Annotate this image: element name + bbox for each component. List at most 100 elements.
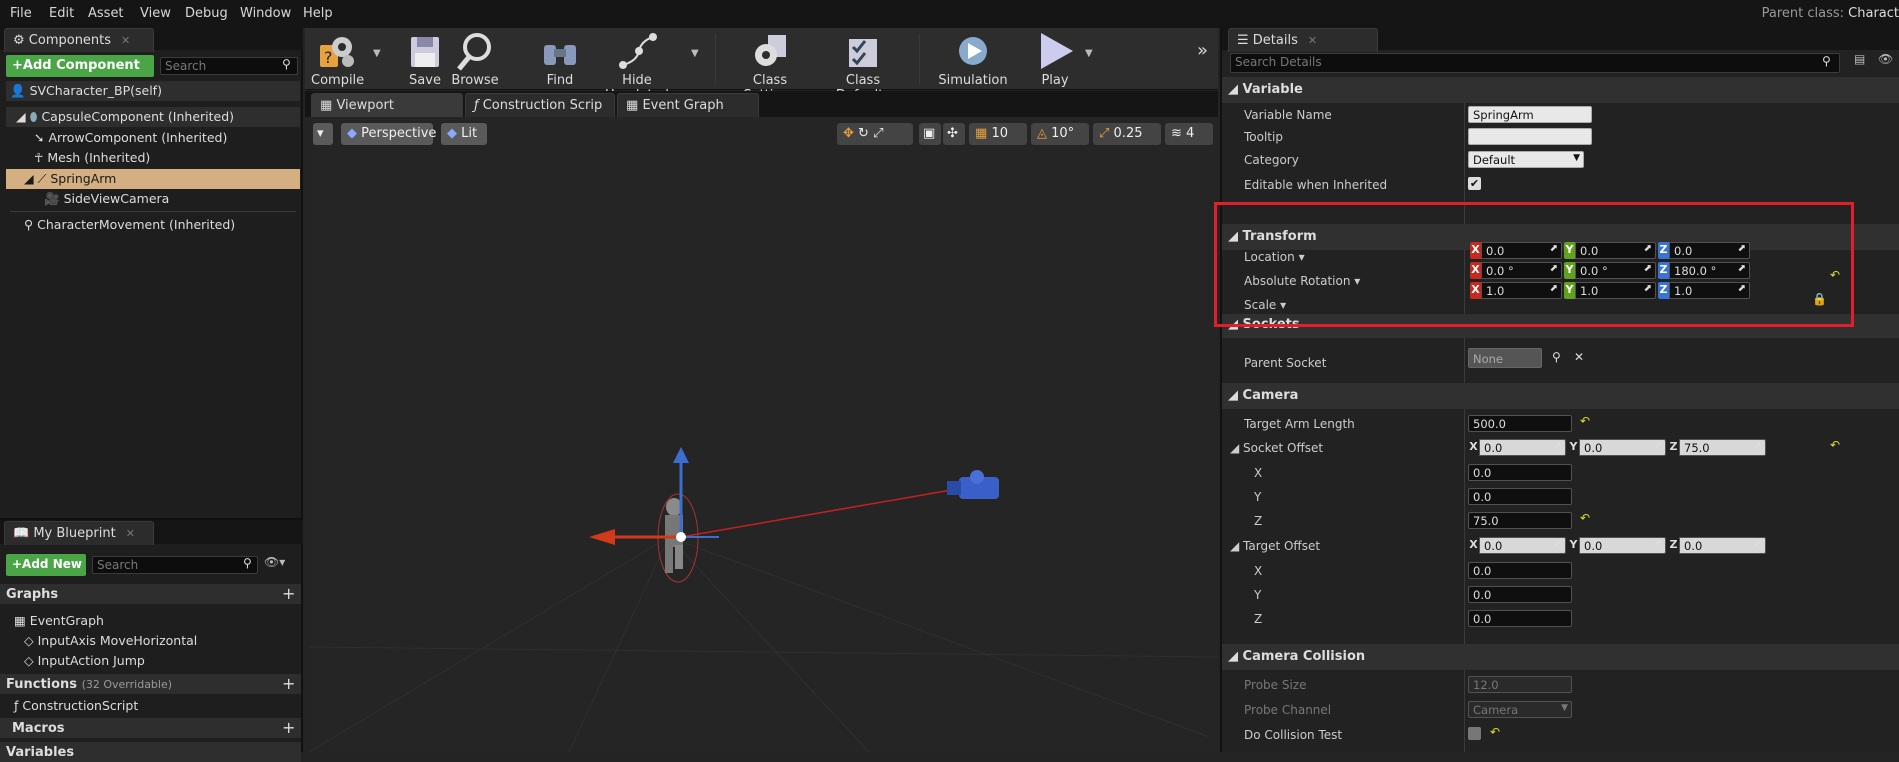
overflow-chevron-icon[interactable]: » <box>1197 40 1208 61</box>
variable-section-header[interactable]: ◢ Variable <box>1222 77 1899 103</box>
graphs-section[interactable]: Graphs + <box>0 584 301 604</box>
scale-label[interactable]: Scale ▾ <box>1244 298 1286 312</box>
simulation-button[interactable]: Simulation <box>933 31 1013 88</box>
menu-edit[interactable]: Edit <box>49 6 74 21</box>
clear-icon[interactable]: ✕ <box>1574 350 1584 364</box>
add-new-button[interactable]: +Add New <box>6 554 86 576</box>
location-label[interactable]: Location ▾ <box>1244 250 1305 264</box>
probe-channel-dropdown[interactable]: Camera ▼ <box>1468 701 1572 718</box>
close-icon[interactable]: ✕ <box>126 527 135 540</box>
move-icon[interactable]: ✥ <box>843 126 854 141</box>
close-icon[interactable]: ✕ <box>1308 34 1317 47</box>
reset-icon[interactable]: ↶ <box>1580 414 1590 428</box>
scale-y-field[interactable]: 1.0 ⬈ <box>1575 282 1656 299</box>
add-function-icon[interactable]: + <box>282 674 295 693</box>
construction-script-item[interactable]: ƒ ConstructionScript <box>14 698 138 713</box>
compile-dropdown-icon[interactable]: ▼ <box>373 48 381 59</box>
target-offset-z-field[interactable]: 0.0 ⬈ <box>1679 537 1766 554</box>
lit-button[interactable]: ◆ Lit <box>441 123 487 145</box>
eye-icon[interactable]: 👁 <box>1878 52 1893 66</box>
target-z-field[interactable]: 0.0 <box>1468 610 1572 627</box>
probe-size-field[interactable]: 12.0 <box>1468 676 1572 693</box>
transform-mode-group[interactable]: ✥ ↻ ⤢ <box>837 123 913 145</box>
event-item[interactable]: ◇ InputAxis MoveHorizontal <box>24 633 197 648</box>
reset-icon[interactable]: ↶ <box>1830 268 1840 282</box>
compile-button[interactable]: ? Compile <box>311 31 364 88</box>
do-collision-checkbox[interactable] <box>1468 727 1481 740</box>
components-tab[interactable]: ⚙ Components ✕ <box>4 28 154 52</box>
eye-icon[interactable]: 👁▾ <box>264 555 285 569</box>
category-dropdown[interactable]: Default ▼ <box>1468 151 1584 168</box>
target-offset-y-field[interactable]: 0.0 ⬈ <box>1579 537 1666 554</box>
details-tab[interactable]: ☰ Details ✕ <box>1228 28 1378 52</box>
target-offset-label[interactable]: ◢ Target Offset <box>1230 539 1320 553</box>
rotate-icon[interactable]: ↻ <box>858 126 869 141</box>
socket-y-field[interactable]: 0.0 <box>1468 488 1572 505</box>
reset-icon[interactable]: ↶ <box>1580 511 1590 525</box>
menu-asset[interactable]: Asset <box>88 6 124 21</box>
arm-length-field[interactable]: 500.0 <box>1468 415 1572 432</box>
viewport[interactable]: ▾ ◆ Perspective ◆ Lit ✥ ↻ ⤢ ▣ ✣ ▦ 10 ◬ 1… <box>309 117 1218 752</box>
editable-inherited-checkbox[interactable]: ✔ <box>1468 177 1481 190</box>
tab-viewport[interactable]: ▦ Viewport <box>311 93 463 117</box>
socket-offset-y-field[interactable]: 0.0 ⬈ <box>1579 439 1666 456</box>
tree-item-arrow[interactable]: ➘ ArrowComponent (Inherited) <box>34 130 227 145</box>
reset-icon[interactable]: ↶ <box>1490 725 1500 739</box>
add-graph-icon[interactable]: + <box>282 584 295 603</box>
scale-snap-toggle[interactable]: ⤢ 0.25 <box>1093 123 1161 145</box>
collision-section-header[interactable]: ◢ Camera Collision <box>1222 644 1899 670</box>
play-button[interactable]: Play <box>1025 31 1085 88</box>
self-item[interactable]: 👤 SVCharacter_BP(self) <box>6 81 300 101</box>
menu-file[interactable]: File <box>10 6 32 21</box>
rotation-z-field[interactable]: 180.0 ° ⬈ <box>1669 262 1750 279</box>
tree-item-capsule[interactable]: ◢ ⬮ CapsuleComponent (Inherited) <box>6 107 300 127</box>
socket-offset-label[interactable]: ◢ Socket Offset <box>1230 441 1323 455</box>
rotation-x-field[interactable]: 0.0 ° ⬈ <box>1481 262 1562 279</box>
search-icon[interactable]: ⚲ <box>1552 350 1561 364</box>
my-blueprint-tab[interactable]: 📖 My Blueprint ✕ <box>4 521 154 545</box>
scale-x-field[interactable]: 1.0 ⬈ <box>1481 282 1562 299</box>
tree-item-movement[interactable]: ⚲ CharacterMovement (Inherited) <box>24 217 235 232</box>
target-offset-x-field[interactable]: 0.0 ⬈ <box>1479 537 1566 554</box>
hide-dropdown-icon[interactable]: ▼ <box>691 48 699 59</box>
scale-z-field[interactable]: 1.0 ⬈ <box>1669 282 1750 299</box>
reset-icon[interactable]: ↶ <box>1830 438 1840 452</box>
socket-offset-x-field[interactable]: 0.0 ⬈ <box>1479 439 1566 456</box>
macros-section[interactable]: Macros + <box>0 718 301 738</box>
scale-icon[interactable]: ⤢ <box>873 126 883 141</box>
location-x-field[interactable]: 0.0 ⬈ <box>1481 242 1562 259</box>
socket-x-field[interactable]: 0.0 <box>1468 464 1572 481</box>
location-y-field[interactable]: 0.0 ⬈ <box>1575 242 1656 259</box>
viewport-options-dropdown[interactable]: ▾ <box>313 123 333 145</box>
save-button[interactable]: Save <box>405 31 445 88</box>
add-component-button[interactable]: +Add Component <box>6 55 154 77</box>
components-search-input[interactable]: Search <box>160 57 298 75</box>
target-y-field[interactable]: 0.0 <box>1468 586 1572 603</box>
rotation-snap-toggle[interactable]: ◬ 10° <box>1031 123 1089 145</box>
perspective-button[interactable]: ◆ Perspective <box>341 123 436 145</box>
blueprint-search-input[interactable]: Search <box>92 556 258 574</box>
camera-gizmo[interactable] <box>947 470 999 499</box>
play-dropdown-icon[interactable]: ▼ <box>1085 48 1093 59</box>
tab-event-graph[interactable]: ▦ Event Graph <box>617 93 759 117</box>
menu-help[interactable]: Help <box>303 6 333 21</box>
functions-section[interactable]: Functions (32 Overridable) + <box>0 674 301 694</box>
world-local-icon[interactable]: ▣ <box>919 123 941 145</box>
location-z-field[interactable]: 0.0 ⬈ <box>1669 242 1750 259</box>
variable-name-field[interactable]: SpringArm <box>1468 106 1592 123</box>
lock-icon[interactable]: 🔒 <box>1812 292 1827 306</box>
parent-class-value[interactable]: Charact <box>1848 6 1899 21</box>
menu-window[interactable]: Window <box>240 6 291 21</box>
grid-view-icon[interactable]: ▤ <box>1854 52 1865 66</box>
event-graph-item[interactable]: ▦ EventGraph <box>14 613 104 628</box>
parent-socket-field[interactable]: None <box>1468 348 1542 368</box>
close-icon[interactable]: ✕ <box>121 34 130 47</box>
tree-item-mesh[interactable]: ☥ Mesh (Inherited) <box>34 150 150 165</box>
rotation-label[interactable]: Absolute Rotation ▾ <box>1244 274 1360 288</box>
variables-section[interactable]: Variables <box>0 742 301 762</box>
tooltip-field[interactable] <box>1468 128 1592 145</box>
tab-construction[interactable]: ƒ Construction Scrip <box>465 93 615 117</box>
event-item[interactable]: ◇ InputAction Jump <box>24 653 145 668</box>
grid-snap-toggle[interactable]: ▦ 10 <box>969 123 1027 145</box>
camera-section-header[interactable]: ◢ Camera <box>1222 383 1899 409</box>
